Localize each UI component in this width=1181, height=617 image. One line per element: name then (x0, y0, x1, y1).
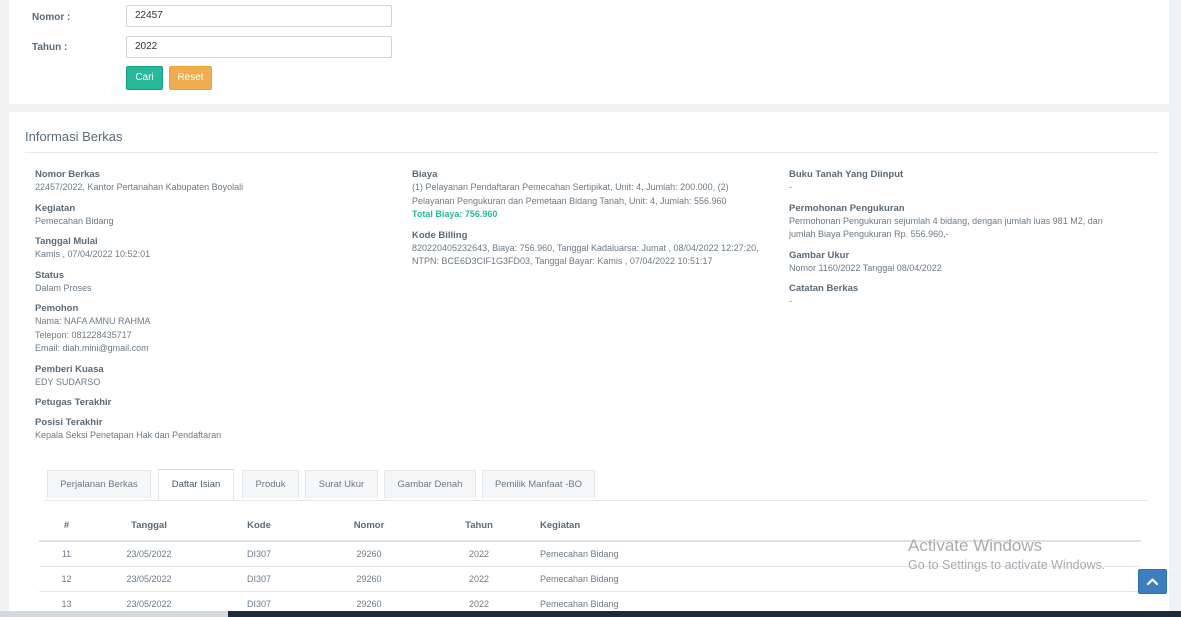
catatan-berkas-label: Catatan Berkas (789, 283, 859, 294)
kode-billing-label: Kode Billing (412, 229, 468, 241)
petugas-terakhir-label: Petugas Terakhir (35, 397, 112, 408)
permohonan-line1: Permohonan Pengukuran sejumlah 4 bidang,… (789, 215, 1103, 226)
pemohon-email: Email: diah.mini@gmail.com (35, 343, 149, 353)
info-column-right: Buku Tanah Yang Diinput - Permohonan Pen… (789, 168, 1149, 309)
tanggal-mulai-value: Kamis , 07/04/2022 10:52:01 (35, 249, 151, 259)
row-tahun: 2022 (468, 549, 490, 559)
column-header-nomor: Nomor (353, 520, 385, 531)
row-nomor: 29260 (356, 574, 382, 584)
catatan-berkas-value: - (789, 296, 792, 306)
row-tanggal: 23/05/2022 (126, 549, 172, 559)
info-title: Informasi Berkas (25, 129, 123, 144)
row-kegiatan: Pemecahan Bidang (540, 549, 619, 559)
pemberi-kuasa-value: EDY SUDARSO (35, 376, 101, 387)
tahun-label: Tahun : (32, 42, 68, 53)
row-number: 13 (61, 599, 72, 609)
posisi-terakhir-label: Posisi Terakhir (35, 417, 103, 428)
column-header-kegiatan: Kegiatan (540, 520, 581, 531)
pemohon-label: Pemohon (35, 303, 79, 314)
horizontal-scrollbar[interactable] (0, 611, 228, 617)
column-header-number: # (63, 520, 70, 531)
row-number: 12 (61, 574, 72, 584)
row-tahun: 2022 (468, 599, 490, 609)
row-nomor: 29260 (356, 599, 382, 609)
taskbar (228, 611, 1181, 617)
kegiatan-label: Kegiatan (35, 202, 76, 214)
tab-daftar-isian[interactable]: Daftar Isian (158, 469, 234, 500)
pemberi-kuasa-label: Pemberi Kuasa (35, 363, 104, 375)
buku-tanah-label: Buku Tanah Yang Diinput (789, 169, 904, 180)
nomor-label: Nomor : (32, 12, 71, 23)
row-kode: DI307 (246, 549, 272, 559)
status-value: Dalam Proses (35, 282, 92, 293)
tab-pemilik-manfaat[interactable]: Pemilik Manfaat -BO (482, 470, 595, 498)
tahun-input[interactable]: 2022 (126, 36, 392, 58)
kode-billing-line2: NTPN: BCE6D3CIF1G3FD03, Tanggal Bayar: K… (412, 256, 713, 266)
info-column-middle: Biaya (1) Pelayanan Pendaftaran Pemecaha… (412, 168, 782, 269)
row-tahun: 2022 (468, 574, 490, 584)
pemohon-nama: Nama: NAFA AMNU RAHMA (35, 316, 151, 326)
divider (25, 152, 1158, 153)
tanggal-mulai-label: Tanggal Mulai (35, 236, 98, 247)
biaya-line2: Pelayanan Pengukuran dan Pemetaan Bidang… (412, 195, 727, 206)
watermark-subtitle: Go to Settings to activate Windows. (908, 558, 1106, 572)
row-tanggal: 23/05/2022 (126, 574, 172, 584)
row-kegiatan: Pemecahan Bidang (540, 599, 619, 609)
watermark-title: Activate Windows (908, 536, 1043, 555)
column-header-tanggal: Tanggal (131, 520, 167, 531)
tab-perjalanan-berkas[interactable]: Perjalanan Berkas (47, 470, 151, 498)
gambar-ukur-value: Nomor 1160/2022 Tanggal 08/04/2022 (789, 262, 942, 273)
permohonan-line2: jumlah Biaya Pengukuran Rp. 556.960,- (789, 229, 949, 239)
nomor-berkas-value: 22457/2022, Kantor Pertanahan Kabupaten … (35, 182, 244, 192)
column-header-kode: Kode (247, 520, 271, 531)
kegiatan-value: Pemecahan Bidang (35, 215, 114, 226)
row-nomor: 29260 (356, 549, 382, 559)
total-biaya: Total Biaya: 756.960 (412, 209, 498, 219)
row-number: 11 (61, 549, 72, 559)
tab-bar: Perjalanan Berkas Daftar Isian Produk Su… (45, 469, 1148, 501)
row-kode: DI307 (246, 599, 272, 609)
biaya-label: Biaya (412, 169, 438, 180)
row-kegiatan: Pemecahan Bidang (540, 574, 619, 584)
tab-surat-ukur[interactable]: Surat Ukur (305, 470, 378, 498)
nomor-input[interactable]: 22457 (126, 5, 392, 27)
reset-button[interactable]: Reset (169, 66, 212, 90)
status-label: Status (35, 269, 65, 281)
row-tanggal: 23/05/2022 (126, 599, 172, 609)
nomor-berkas-label: Nomor Berkas (35, 169, 100, 180)
buku-tanah-value: - (789, 182, 792, 192)
search-panel: Nomor : 22457 Tahun : 2022 Cari Reset (9, 0, 1169, 104)
gambar-ukur-label: Gambar Ukur (789, 249, 850, 261)
cari-button[interactable]: Cari (126, 66, 163, 90)
posisi-terakhir-value: Kepala Seksi Penetapan Hak dan Pendaftar… (35, 430, 222, 440)
biaya-line1: (1) Pelayanan Pendaftaran Pemecahan Sert… (412, 182, 729, 192)
permohonan-pengukuran-label: Permohonan Pengukuran (789, 202, 905, 214)
chevron-up-icon (1146, 578, 1159, 586)
row-kode: DI307 (246, 574, 272, 584)
scroll-top-button[interactable] (1138, 569, 1167, 594)
column-header-tahun: Tahun (465, 520, 493, 531)
kode-billing-line1: 820220405232643, Biaya: 756.960, Tanggal… (412, 242, 759, 253)
activate-windows-watermark: Activate Windows Go to Settings to activ… (908, 535, 1105, 574)
info-column-left: Nomor Berkas 22457/2022, Kantor Pertanah… (35, 168, 395, 443)
pemohon-telepon: Telepon: 081228435717 (35, 329, 132, 340)
tab-produk[interactable]: Produk (242, 470, 299, 498)
tab-gambar-denah[interactable]: Gambar Denah (384, 470, 476, 498)
